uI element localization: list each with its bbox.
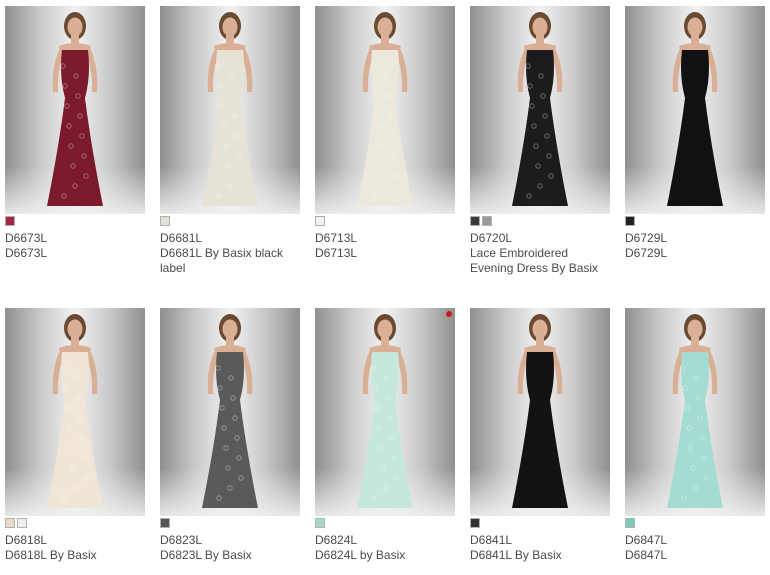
color-swatch[interactable] — [315, 216, 325, 226]
product-code[interactable]: D6673L — [5, 231, 145, 246]
color-swatches — [625, 518, 765, 530]
product-code[interactable]: D6729L — [625, 231, 765, 246]
model-figure — [667, 12, 723, 206]
color-swatches — [625, 216, 765, 228]
product-image[interactable] — [315, 6, 455, 214]
color-swatch[interactable] — [625, 216, 635, 226]
product-code[interactable]: D6847L — [625, 533, 765, 548]
product-image[interactable] — [470, 308, 610, 516]
color-swatch[interactable] — [482, 216, 492, 226]
product-image[interactable] — [315, 308, 455, 516]
model-figure — [667, 314, 723, 508]
model-figure — [47, 12, 103, 206]
color-swatches — [160, 518, 300, 530]
product-card[interactable]: D6841L D6841L By Basix — [470, 308, 610, 563]
color-swatch[interactable] — [470, 216, 480, 226]
product-code[interactable]: D6823L — [160, 533, 300, 548]
product-code[interactable]: D6713L — [315, 231, 455, 246]
color-swatch[interactable] — [17, 518, 27, 528]
color-swatches — [160, 216, 300, 228]
color-swatch[interactable] — [5, 216, 15, 226]
color-swatches — [5, 216, 145, 228]
product-card[interactable]: D6673L D6673L — [5, 6, 145, 261]
product-name[interactable]: D6824L by Basix — [315, 548, 455, 563]
product-name[interactable]: D6681L By Basix black label — [160, 246, 300, 276]
product-code[interactable]: D6720L — [470, 231, 610, 246]
model-figure — [202, 314, 258, 508]
model-figure — [202, 12, 258, 206]
color-swatches — [470, 216, 610, 228]
color-swatch[interactable] — [625, 518, 635, 528]
product-code[interactable]: D6841L — [470, 533, 610, 548]
product-image[interactable] — [470, 6, 610, 214]
model-figure — [512, 12, 568, 206]
product-card[interactable]: D6681L D6681L By Basix black label — [160, 6, 300, 276]
product-name[interactable]: D6847L — [625, 548, 765, 563]
product-card[interactable]: D6847L D6847L — [625, 308, 765, 563]
model-figure — [47, 314, 103, 508]
product-code[interactable]: D6818L — [5, 533, 145, 548]
product-image[interactable] — [5, 6, 145, 214]
new-indicator-dot — [446, 311, 452, 317]
product-image[interactable] — [160, 308, 300, 516]
color-swatches — [315, 518, 455, 530]
product-name[interactable]: D6713L — [315, 246, 455, 261]
product-card[interactable]: D6823L D6823L By Basix — [160, 308, 300, 563]
product-card[interactable]: D6713L D6713L — [315, 6, 455, 261]
product-name[interactable]: D6823L By Basix — [160, 548, 300, 563]
product-name[interactable]: Lace Embroidered Evening Dress By Basix — [470, 246, 610, 276]
product-card[interactable]: D6720L Lace Embroidered Evening Dress By… — [470, 6, 610, 276]
color-swatch[interactable] — [470, 518, 480, 528]
product-card[interactable]: D6818L D6818L By Basix — [5, 308, 145, 563]
model-figure — [357, 314, 413, 508]
product-image[interactable] — [160, 6, 300, 214]
product-image[interactable] — [625, 6, 765, 214]
model-figure — [357, 12, 413, 206]
color-swatch[interactable] — [160, 216, 170, 226]
product-code[interactable]: D6681L — [160, 231, 300, 246]
product-card[interactable]: D6824L D6824L by Basix — [315, 308, 455, 563]
product-name[interactable]: D6841L By Basix — [470, 548, 610, 563]
product-name[interactable]: D6673L — [5, 246, 145, 261]
color-swatches — [315, 216, 455, 228]
product-grid: D6673L D6673L D6681L D6681L By Basix bla… — [0, 0, 770, 575]
color-swatch[interactable] — [160, 518, 170, 528]
product-card[interactable]: D6729L D6729L — [625, 6, 765, 261]
color-swatch[interactable] — [5, 518, 15, 528]
color-swatch[interactable] — [315, 518, 325, 528]
model-figure — [512, 314, 568, 508]
color-swatches — [470, 518, 610, 530]
product-name[interactable]: D6818L By Basix — [5, 548, 145, 563]
color-swatches — [5, 518, 145, 530]
product-name[interactable]: D6729L — [625, 246, 765, 261]
product-image[interactable] — [5, 308, 145, 516]
product-code[interactable]: D6824L — [315, 533, 455, 548]
product-image[interactable] — [625, 308, 765, 516]
